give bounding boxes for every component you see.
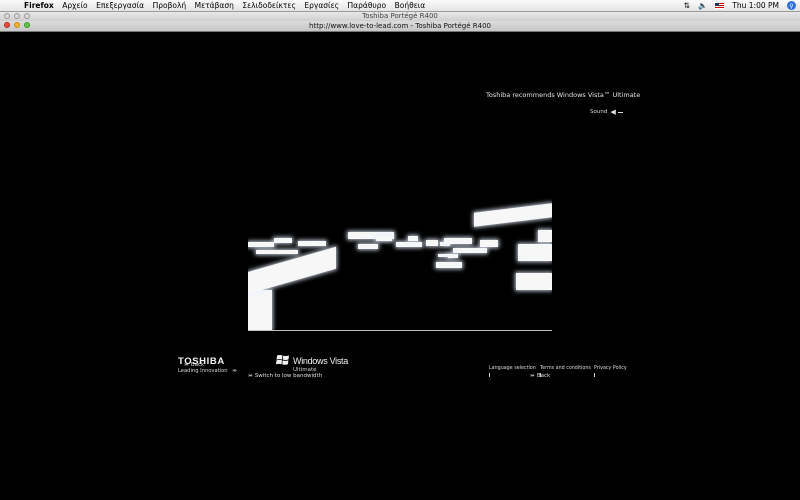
terms-label: Terms and conditions [540,366,591,371]
chevrons-icon: ››› [232,368,237,374]
menu-app-firefox[interactable]: Firefox [24,0,54,11]
privacy-policy-link[interactable]: Privacy Policy [594,366,627,377]
animation-block [474,203,552,227]
vista-edition: Ultimate [293,367,317,373]
link-divider [540,373,541,377]
animation-block [376,236,392,241]
animation-block [448,254,458,258]
sound-label: Sound [590,109,608,115]
animation-block [480,240,498,247]
terms-link[interactable]: Terms and conditions [540,366,591,377]
animation-block [436,262,462,268]
animation-block [453,248,487,253]
tagline-text: Leading Innovation [178,368,228,374]
sync-icon[interactable]: ⇅ [684,0,690,11]
window-titlebar: Toshiba Portégé R400 [0,12,800,21]
menu-file[interactable]: Αρχείο [62,0,87,11]
toshiba-tagline: Leading Innovation ››› [178,368,239,374]
animation-block [516,273,552,290]
menu-go[interactable]: Μετάβαση [195,0,234,11]
progress-line [248,330,552,331]
menu-items: Firefox Αρχείο Επεξεργασία Προβολή Μετάβ… [24,0,434,11]
language-selection-label: Language selection [489,366,536,371]
animation-block [396,242,422,247]
window-title: Toshiba Portégé R400 [362,12,438,20]
vista-name: Windows Vista [293,356,348,366]
spotlight-icon[interactable]: ⚲ [787,1,796,10]
menu-tools[interactable]: Εργασίες [304,0,339,11]
animation-block [538,230,552,242]
menu-extras: ⇅ 🔈 Thu 1:00 PM ⚲ [676,0,796,11]
link-divider [489,373,490,377]
windows-flag-icon [276,355,289,365]
menu-edit[interactable]: Επεξεργασία [96,0,144,11]
sound-wave-icon [617,111,623,113]
sound-toggle[interactable]: Sound ◀ [590,108,623,116]
menu-bookmarks[interactable]: Σελιδοδείκτες [242,0,296,11]
chevrons-icon: ››› [530,373,535,379]
menu-window[interactable]: Παράθυρο [348,0,387,11]
chevrons-icon: ››› [248,373,253,379]
animation-block [444,238,472,244]
language-selection-link[interactable]: Language selection [489,366,536,377]
animation-block [518,244,552,261]
menubar: Firefox Αρχείο Επεξεργασία Προβολή Μετάβ… [0,0,800,12]
windows-vista-logo[interactable]: Windows Vista Ultimate [276,352,356,376]
animation-block [248,290,272,330]
volume-icon[interactable]: 🔈 [698,0,707,11]
menu-clock[interactable]: Thu 1:00 PM [732,0,779,11]
animation-block [256,250,298,254]
toshiba-logo[interactable]: TOSHIBA [178,356,225,367]
menu-view[interactable]: Προβολή [153,0,187,11]
menu-help[interactable]: Βοήθεια [395,0,426,11]
animation-block [426,240,438,246]
animation-block [358,244,378,249]
animation-block [248,242,274,247]
speaker-icon[interactable]: ◀ [610,108,615,116]
flag-icon[interactable] [715,2,725,9]
vista-recommendation: Toshiba recommends Windows Vista™ Ultima… [486,91,641,99]
privacy-policy-label: Privacy Policy [594,366,627,371]
browser-title: http://www.love-to-lead.com - Toshiba Po… [309,22,491,30]
intro-animation[interactable] [248,170,552,330]
animation-block [274,238,292,243]
back-label: Back [536,373,551,379]
link-divider [594,373,595,377]
animation-block [298,241,326,246]
browser-titlebar: http://www.love-to-lead.com - Toshiba Po… [0,21,800,32]
animation-block [408,236,418,241]
